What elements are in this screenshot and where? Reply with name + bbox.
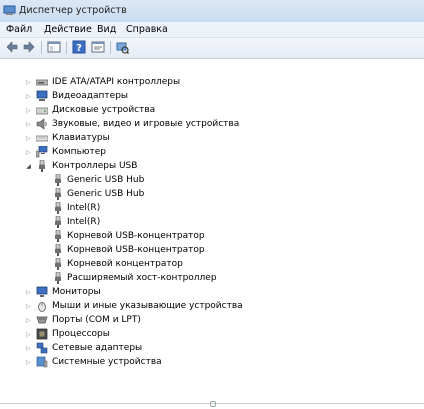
tree-item-label: Intel(R) [67, 203, 101, 213]
tree-item-label: Дисковые устройства [52, 105, 156, 115]
resize-grip-icon[interactable] [210, 401, 216, 407]
usb-plug-icon [55, 272, 61, 284]
tree-item-label: Расширяемый хост-контроллер [67, 273, 217, 283]
tree-item-label: Мониторы [52, 287, 101, 297]
mouse-icon [38, 302, 46, 312]
show-hide-tree-icon[interactable] [47, 40, 61, 54]
toolbar-separator [66, 41, 67, 54]
usb-plug-icon [55, 216, 61, 228]
tree-item-label: Корневой концентратор [67, 259, 183, 269]
tree-item-label: Порты (COM и LPT) [52, 315, 141, 325]
expand-arrow-icon[interactable]: ▷ [25, 78, 32, 87]
tree-item-label: Корневой USB-концентратор [67, 245, 205, 255]
port-icon [36, 316, 48, 324]
tree-item-label: Видеоадаптеры [52, 91, 129, 101]
tree-item-label: Процессоры [52, 329, 110, 339]
keyboard-icon [36, 135, 48, 142]
menu-bar: Файл Действие Вид Справка [0, 22, 424, 38]
scan-hardware-icon[interactable] [115, 40, 129, 54]
processor-icon [36, 328, 48, 340]
tree-item-label: Мыши и иные указывающие устройства [52, 301, 243, 311]
menu-action[interactable]: Действие [44, 24, 92, 35]
device-tree: ▷ IDE ATA/ATAPI контроллеры ▷ Видеоадапт… [0, 59, 424, 409]
menu-help[interactable]: Справка [126, 24, 168, 35]
expand-arrow-icon[interactable]: ▷ [25, 302, 32, 311]
device-manager-icon [3, 5, 16, 15]
toolbar-separator [110, 41, 111, 54]
tree-item-label: Звуковые, видео и игровые устройства [52, 119, 240, 129]
expand-arrow-icon[interactable]: ▷ [25, 358, 32, 367]
menu-file[interactable]: Файл [6, 24, 32, 35]
collapse-arrow-icon[interactable]: ◢ [25, 162, 32, 171]
system-device-icon [36, 356, 48, 368]
help-icon[interactable]: ? [72, 40, 86, 54]
usb-plug-icon [55, 258, 61, 270]
title-bar: Диспетчер устройств [0, 0, 424, 23]
back-icon[interactable] [5, 40, 19, 54]
expand-arrow-icon[interactable]: ▷ [25, 288, 32, 297]
tree-item-label: Intel(R) [67, 217, 101, 227]
properties-icon[interactable] [91, 40, 105, 54]
usb-plug-icon [55, 188, 61, 200]
disk-drive-icon [36, 107, 48, 115]
computer-icon [36, 146, 48, 158]
usb-controller-icon [39, 160, 45, 172]
svg-text:?: ? [76, 43, 82, 54]
expand-arrow-icon[interactable]: ▷ [25, 92, 32, 101]
toolbar-separator [41, 41, 42, 54]
usb-plug-icon [55, 202, 61, 214]
tree-item-label: Generic USB Hub [67, 189, 145, 199]
expand-arrow-icon[interactable]: ▷ [25, 106, 32, 115]
tree-item-label: Контроллеры USB [52, 161, 138, 171]
display-adapter-icon [36, 90, 48, 101]
tree-item-label: Компьютер [52, 147, 106, 157]
expand-arrow-icon[interactable]: ▷ [25, 134, 32, 143]
tree-item-label: Корневой USB-концентратор [67, 231, 205, 241]
menu-view[interactable]: Вид [97, 24, 116, 35]
expand-arrow-icon[interactable]: ▷ [25, 344, 32, 353]
tree-item-label: Клавиатуры [52, 133, 110, 143]
monitor-icon [36, 286, 48, 297]
expand-arrow-icon[interactable]: ▷ [25, 148, 32, 157]
expand-arrow-icon[interactable]: ▷ [25, 120, 32, 129]
usb-plug-icon [55, 244, 61, 256]
toolbar: ? [0, 38, 424, 59]
tree-item-label: Generic USB Hub [67, 175, 145, 185]
tree-item-label: IDE ATA/ATAPI контроллеры [52, 77, 181, 87]
expand-arrow-icon[interactable]: ▷ [25, 330, 32, 339]
usb-plug-icon [55, 230, 61, 242]
window-title: Диспетчер устройств [19, 5, 127, 16]
network-adapter-icon [36, 342, 48, 354]
tree-item-label: Системные устройства [52, 357, 162, 367]
ide-controller-icon [36, 79, 48, 86]
sound-icon [36, 118, 47, 130]
forward-icon[interactable] [22, 40, 36, 54]
tree-item-label: Сетевые адаптеры [52, 343, 143, 353]
usb-plug-icon [55, 174, 61, 186]
expand-arrow-icon[interactable]: ▷ [25, 316, 32, 325]
